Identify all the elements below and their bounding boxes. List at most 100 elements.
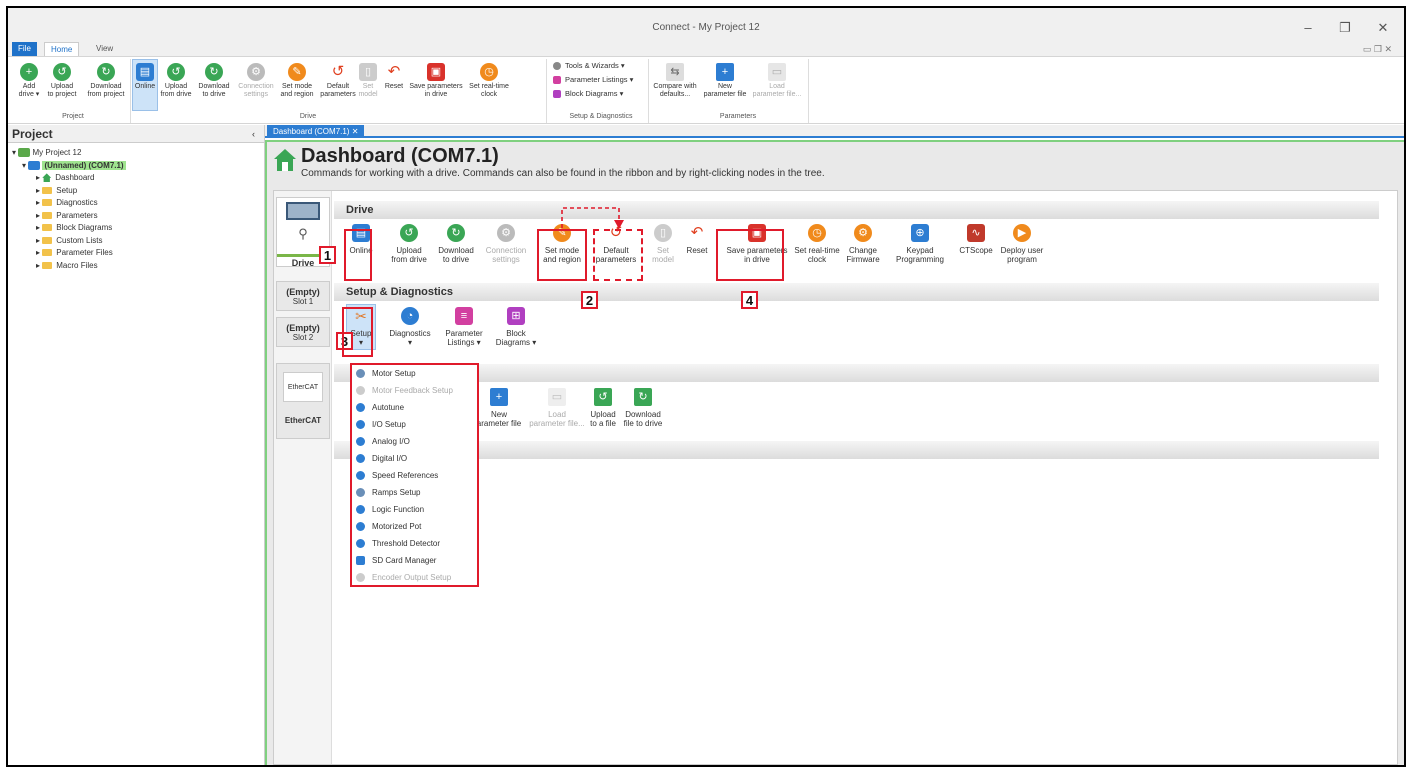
ribbon-window-controls[interactable]: ▭ ❐ ✕ <box>1363 44 1392 55</box>
tab-dashboard[interactable]: Dashboard (COM7.1) ✕ <box>267 125 365 138</box>
threshold-icon <box>356 539 365 548</box>
dashboard-deploy-user-program-button[interactable]: ▶ Deploy user program <box>994 224 1050 264</box>
tools-wizards-item[interactable]: Tools & Wizards ▾ <box>553 59 643 73</box>
project-icon <box>18 148 31 158</box>
menu-item-io-setup[interactable]: I/O Setup <box>352 416 477 433</box>
ribbon-upload-button[interactable]: ↺ Upload from drive <box>158 63 194 99</box>
collapse-icon[interactable]: ‹ <box>252 125 255 143</box>
callout-4: 4 <box>741 291 758 309</box>
restore-icon[interactable]: ❐ <box>1338 20 1352 36</box>
ribbon-clock-button[interactable]: ◷ Set real-time clock <box>464 63 514 99</box>
menu-item-digital-io[interactable]: Digital I/O <box>352 450 477 467</box>
ribbon-setmodel-button[interactable]: ▯ Set model <box>356 63 380 99</box>
ribbon-reset-button[interactable]: ↶ Reset <box>380 63 408 91</box>
slot-2-card[interactable]: (Empty) Slot 2 <box>276 317 330 347</box>
tree-drive[interactable]: ▾ (Unnamed) (COM7.1) <box>12 160 264 173</box>
close-tab-icon[interactable]: ✕ <box>352 127 359 136</box>
upload-to-project-button[interactable]: ↺ Upload to project <box>42 63 82 99</box>
tree-item-parameters[interactable]: ▸ Parameters <box>12 210 264 223</box>
parameter-listings-item[interactable]: Parameter Listings ▾ <box>553 73 643 87</box>
menu-item-logic-function[interactable]: Logic Function <box>352 501 477 518</box>
tree-item-macro-files[interactable]: ▸ Macro Files <box>12 260 264 273</box>
load-parameter-file-button[interactable]: ▭ Load parameter file... <box>528 388 586 428</box>
dashboard-set-model-button[interactable]: ▯ Set model <box>648 224 678 264</box>
add-drive-button[interactable]: + Add drive ▾ <box>12 63 46 99</box>
download-file-to-drive-button[interactable]: ↻ Download file to drive <box>620 388 666 428</box>
ribbon: + Add drive ▾ ↺ Upload to project ↻ Download f… <box>8 56 1404 124</box>
separator <box>808 59 809 123</box>
project-sidebar: Project ‹ ▾ My Project 12 ▾ (Unnamed) (CO… <box>8 125 265 765</box>
sidebar-header: Project ‹ <box>8 125 264 143</box>
new-file-icon: + <box>490 388 508 406</box>
add-drive-icon: + <box>20 63 38 81</box>
dashboard-reset-button[interactable]: ↶ Reset <box>682 224 712 255</box>
diagnostics-button[interactable]: ◔ Diagnostics ▾ <box>388 307 432 347</box>
ribbon-setmode-button[interactable]: ✎ Set mode and region <box>276 63 318 99</box>
tree-root[interactable]: ▾ My Project 12 <box>12 147 264 160</box>
ribbon-setup-list: Tools & Wizards ▾ Parameter Listings ▾ B… <box>553 59 643 101</box>
download-file-icon: ↻ <box>634 388 652 406</box>
tree-item-setup[interactable]: ▸ Setup <box>12 185 264 198</box>
menu-item-autotune[interactable]: Autotune <box>352 399 477 416</box>
gauge-icon: ◔ <box>401 307 419 325</box>
load-parameter-file-button[interactable]: ▭ Load parameter file... <box>752 63 802 99</box>
tree-item-custom-lists[interactable]: ▸ Custom Lists <box>12 235 264 248</box>
ribbon-group-parameters: Parameters <box>719 113 757 120</box>
folder-icon: ▭ <box>548 388 566 406</box>
arrow-setmode-to-default <box>561 207 624 229</box>
compare-defaults-button[interactable]: ⇆ Compare with defaults... <box>652 63 698 99</box>
minimize-icon[interactable]: – <box>1301 20 1315 35</box>
section-setup-diagnostics: Setup & Diagnostics <box>334 283 1379 301</box>
compare-icon: ⇆ <box>666 63 684 81</box>
parameter-listings-button[interactable]: ≡ Parameter Listings ▾ <box>442 307 486 347</box>
separator <box>648 59 649 123</box>
block-diagrams-item[interactable]: Block Diagrams ▾ <box>553 87 643 101</box>
menu-item-sd-card-manager[interactable]: SD Card Manager <box>352 552 477 569</box>
ribbon-connection-button[interactable]: ⚙ Connection settings <box>234 63 278 99</box>
ethercat-card[interactable]: EtherCAT EtherCAT <box>276 363 330 439</box>
download-icon: ↻ <box>205 63 223 81</box>
upload-icon: ↺ <box>400 224 418 242</box>
tab-file[interactable]: File <box>12 42 37 56</box>
dashboard-keypad-programming-button[interactable]: ⊕ Keypad Programming <box>892 224 948 264</box>
tree-item-dashboard[interactable]: ▸ Dashboard <box>12 172 264 185</box>
ribbon-save-button[interactable]: ▣ Save parameters in drive <box>406 63 466 99</box>
menu-item-motorized-pot[interactable]: Motorized Pot <box>352 518 477 535</box>
upload-icon: ↺ <box>53 63 71 81</box>
tab-view[interactable]: View <box>90 42 119 56</box>
menu-item-motor-feedback-setup[interactable]: Motor Feedback Setup <box>352 382 477 399</box>
new-parameter-file-button[interactable]: + New parameter file <box>700 63 750 99</box>
menu-item-encoder-output-setup[interactable]: Encoder Output Setup <box>352 569 477 586</box>
app-window: Connect - My Project 12 – ❐ ✕ File Home … <box>6 6 1406 767</box>
dashboard-upload-from-drive-button[interactable]: ↺ Upload from drive <box>388 224 430 264</box>
dashboard-connection-settings-button[interactable]: ⚙ Connection settings <box>482 224 530 264</box>
ribbon-download-button[interactable]: ↻ Download to drive <box>194 63 234 99</box>
download-icon: ↻ <box>97 63 115 81</box>
menu-item-motor-setup[interactable]: Motor Setup <box>352 365 477 382</box>
tree-item-diagnostics[interactable]: ▸ Diagnostics <box>12 197 264 210</box>
tab-home[interactable]: Home <box>44 42 80 57</box>
new-parameter-file-button[interactable]: + New arameter file <box>474 388 524 428</box>
folder-icon <box>42 236 53 244</box>
dashboard-ctscope-button[interactable]: ∿ CTScope <box>958 224 994 255</box>
menu-item-ramps-setup[interactable]: Ramps Setup <box>352 484 477 501</box>
tree-item-parameter-files[interactable]: ▸ Parameter Files <box>12 247 264 260</box>
dashboard-change-firmware-button[interactable]: ⚙ Change Firmware <box>840 224 886 264</box>
dashboard-download-to-drive-button[interactable]: ↻ Download to drive <box>434 224 478 264</box>
menu-item-analog-io[interactable]: Analog I/O <box>352 433 477 450</box>
dashboard-set-real-time-clock-button[interactable]: ◷ Set real-time clock <box>790 224 844 264</box>
slot-1-card[interactable]: (Empty) Slot 1 <box>276 281 330 311</box>
tree-item-block-diagrams[interactable]: ▸ Block Diagrams <box>12 222 264 235</box>
download-from-project-button[interactable]: ↻ Download from project <box>84 63 128 99</box>
menu-item-threshold-detector[interactable]: Threshold Detector <box>352 535 477 552</box>
callout-box-default <box>593 229 643 281</box>
menu-item-speed-references[interactable]: Speed References <box>352 467 477 484</box>
block-diagrams-button[interactable]: ⊞ Block Diagrams ▾ <box>494 307 538 347</box>
section-other <box>334 441 1379 459</box>
ribbon-online-button[interactable]: ▤ Online <box>132 63 158 91</box>
ribbon-default-button[interactable]: ↺ Default parameters <box>318 63 358 99</box>
separator <box>130 59 131 123</box>
close-icon[interactable]: ✕ <box>1376 20 1390 36</box>
autotune-icon <box>356 403 365 412</box>
upload-to-file-button[interactable]: ↺ Upload to a file <box>586 388 620 428</box>
